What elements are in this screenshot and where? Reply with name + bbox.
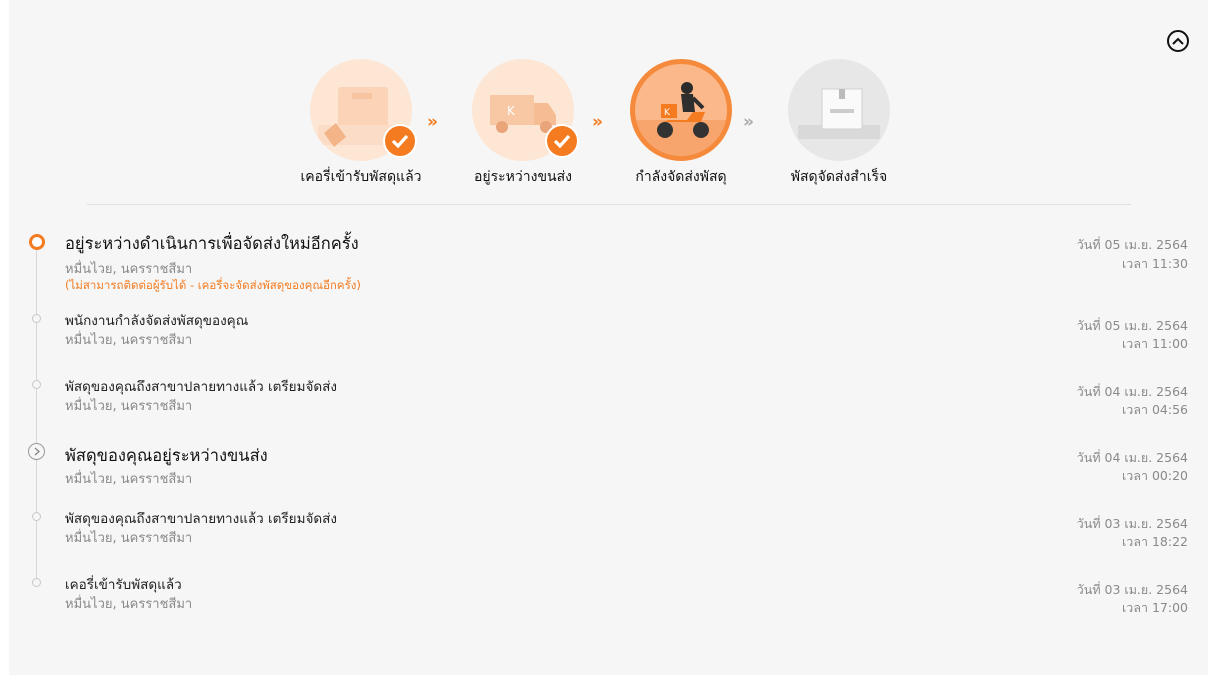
step-out-for-delivery: K กำลังจัดส่งพัสดุ — [611, 58, 751, 188]
event-title: อยู่ระหว่างดำเนินการเพื่อจัดส่งใหม่อีกคร… — [65, 234, 359, 253]
event-title: พัสดุของคุณอยู่ระหว่างขนส่ง — [65, 446, 268, 465]
double-chevron-right-icon: ›› — [427, 112, 438, 132]
event-time: เวลา 18:22 — [1122, 534, 1188, 549]
timeline-dot — [32, 380, 41, 389]
event-time: เวลา 11:00 — [1122, 336, 1188, 351]
event-time: เวลา 00:20 — [1122, 468, 1188, 483]
event-date: วันที่ 04 เม.ย. 2564 — [1076, 450, 1188, 465]
event-location: หมื่นไวย, นครราชสีมา — [65, 531, 193, 546]
event-date: วันที่ 05 เม.ย. 2564 — [1076, 237, 1188, 252]
delivery-progress: เคอรี่เข้ารับพัสดุแล้ว ›› K อยู่ระหว่างข… — [9, 0, 1208, 200]
double-chevron-right-icon: ›› — [592, 112, 603, 132]
chevron-right-circle-icon — [28, 443, 45, 460]
event-location: หมื่นไวย, นครราชสีมา — [65, 333, 193, 348]
timeline-dot — [32, 314, 41, 323]
event-title: พัสดุของคุณถึงสาขาปลายทางแล้ว เตรียมจัดส… — [65, 511, 337, 527]
event-title: พัสดุของคุณถึงสาขาปลายทางแล้ว เตรียมจัดส… — [65, 379, 337, 395]
event-location: หมื่นไวย, นครราชสีมา — [65, 399, 193, 414]
divider — [87, 204, 1131, 205]
event-time: เวลา 04:56 — [1122, 402, 1188, 417]
step-label: เคอรี่เข้ารับพัสดุแล้ว — [300, 169, 422, 185]
step-label: กำลังจัดส่งพัสดุ — [635, 169, 727, 185]
event-date: วันที่ 03 เม.ย. 2564 — [1076, 582, 1188, 597]
check-icon — [545, 124, 579, 158]
scooter-courier-icon: K — [630, 59, 732, 161]
event-date: วันที่ 05 เม.ย. 2564 — [1076, 318, 1188, 333]
current-status-marker — [29, 234, 45, 250]
check-icon — [383, 124, 417, 158]
event-date: วันที่ 03 เม.ย. 2564 — [1076, 516, 1188, 531]
event-location: หมื่นไวย, นครราชสีมา — [65, 597, 193, 612]
delivered-box-icon — [788, 59, 890, 161]
step-label: อยู่ระหว่างขนส่ง — [474, 169, 572, 185]
timeline-line — [36, 246, 37, 584]
event-location: หมื่นไวย, นครราชสีมา — [65, 262, 193, 277]
double-chevron-right-icon: ›› — [743, 112, 754, 132]
event-time: เวลา 11:30 — [1122, 256, 1188, 271]
event-title: เคอรี่เข้ารับพัสดุแล้ว — [65, 577, 182, 593]
svg-text:K: K — [507, 104, 516, 118]
step-picked-up: เคอรี่เข้ารับพัสดุแล้ว — [291, 58, 431, 188]
event-date: วันที่ 04 เม.ย. 2564 — [1076, 384, 1188, 399]
event-title: พนักงานกำลังจัดส่งพัสดุของคุณ — [65, 313, 249, 329]
step-label: พัสดุจัดส่งสำเร็จ — [790, 169, 888, 185]
event-note: (ไม่สามารถติดต่อผู้รับได้ - เคอรี่จะจัดส… — [65, 278, 361, 292]
step-delivered: พัสดุจัดส่งสำเร็จ — [769, 58, 909, 188]
timeline-dot — [32, 512, 41, 521]
tracking-card: เคอรี่เข้ารับพัสดุแล้ว ›› K อยู่ระหว่างข… — [9, 0, 1208, 675]
timeline-dot — [32, 578, 41, 587]
step-in-transit: K อยู่ระหว่างขนส่ง — [453, 58, 593, 188]
event-time: เวลา 17:00 — [1122, 600, 1188, 615]
event-location: หมื่นไวย, นครราชสีมา — [65, 472, 193, 487]
